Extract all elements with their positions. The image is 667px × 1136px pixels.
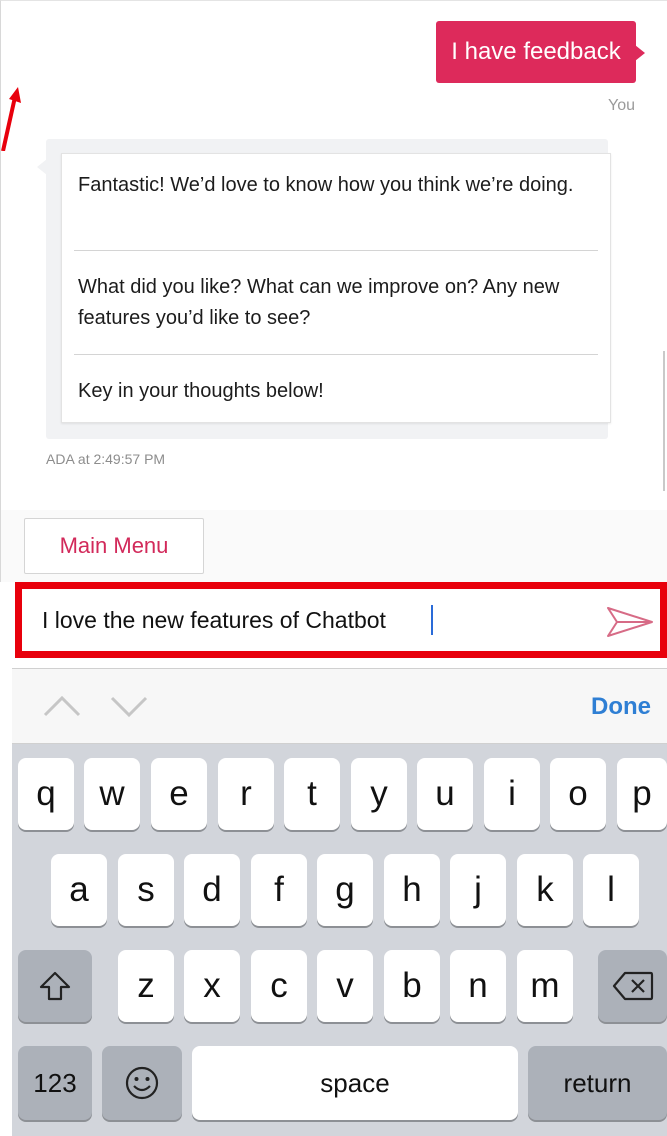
shift-key[interactable] <box>18 950 92 1022</box>
key-k[interactable]: k <box>517 854 573 926</box>
sender-label: You <box>608 97 635 114</box>
key-t[interactable]: t <box>284 758 340 830</box>
bot-message-2: What did you like? What can we improve o… <box>78 276 560 329</box>
emoji-icon <box>125 1066 159 1100</box>
divider <box>74 250 598 251</box>
bot-timestamp: ADA at 2:49:57 PM <box>46 451 166 467</box>
key-o[interactable]: o <box>550 758 606 830</box>
key-m[interactable]: m <box>517 950 573 1022</box>
key-b[interactable]: b <box>384 950 440 1022</box>
bot-message-card: Fantastic! We’d love to know how you thi… <box>61 153 611 423</box>
key-f[interactable]: f <box>251 854 307 926</box>
chevron-up-icon[interactable] <box>42 689 82 723</box>
numbers-key[interactable]: 123 <box>18 1046 92 1120</box>
keyboard-accessory-bar: Done <box>12 668 667 744</box>
chevron-down-icon[interactable] <box>109 689 149 723</box>
key-z[interactable]: z <box>118 950 174 1022</box>
bot-message-3: Key in your thoughts below! <box>78 380 324 402</box>
key-r[interactable]: r <box>218 758 274 830</box>
key-v[interactable]: v <box>317 950 373 1022</box>
bot-message-1: Fantastic! We’d love to know how you thi… <box>78 174 574 196</box>
key-q[interactable]: q <box>18 758 74 830</box>
space-key[interactable]: space <box>192 1046 518 1120</box>
divider <box>74 354 598 355</box>
send-icon[interactable] <box>605 605 655 639</box>
text-cursor <box>431 605 433 635</box>
quick-reply-bar: Main Menu <box>0 510 667 582</box>
done-button[interactable]: Done <box>591 693 651 721</box>
key-p[interactable]: p <box>617 758 667 830</box>
main-menu-label: Main Menu <box>59 533 169 558</box>
key-l[interactable]: l <box>583 854 639 926</box>
key-e[interactable]: e <box>151 758 207 830</box>
delete-key[interactable] <box>598 950 667 1022</box>
return-key[interactable]: return <box>528 1046 667 1120</box>
delete-icon <box>612 971 653 1001</box>
key-g[interactable]: g <box>317 854 373 926</box>
message-composer <box>15 582 667 658</box>
shift-icon <box>39 971 71 1001</box>
message-input[interactable] <box>42 603 582 637</box>
user-message-bubble: I have feedback <box>436 21 645 83</box>
scrollbar[interactable] <box>663 351 665 491</box>
key-x[interactable]: x <box>184 950 240 1022</box>
key-y[interactable]: y <box>351 758 407 830</box>
key-c[interactable]: c <box>251 950 307 1022</box>
key-w[interactable]: w <box>84 758 140 830</box>
keyboard: q w e r t y u i o p a s d f g h j k l z … <box>12 744 667 1136</box>
user-message-text: I have feedback <box>451 38 621 65</box>
key-j[interactable]: j <box>450 854 506 926</box>
emoji-key[interactable] <box>102 1046 182 1120</box>
chat-area: I have feedback You Fantastic! We’d love… <box>0 0 667 510</box>
key-d[interactable]: d <box>184 854 240 926</box>
key-i[interactable]: i <box>484 758 540 830</box>
key-s[interactable]: s <box>118 854 174 926</box>
red-arrow-annotation <box>1 87 21 151</box>
main-menu-button[interactable]: Main Menu <box>24 518 204 574</box>
key-h[interactable]: h <box>384 854 440 926</box>
key-u[interactable]: u <box>417 758 473 830</box>
key-a[interactable]: a <box>51 854 107 926</box>
key-n[interactable]: n <box>450 950 506 1022</box>
